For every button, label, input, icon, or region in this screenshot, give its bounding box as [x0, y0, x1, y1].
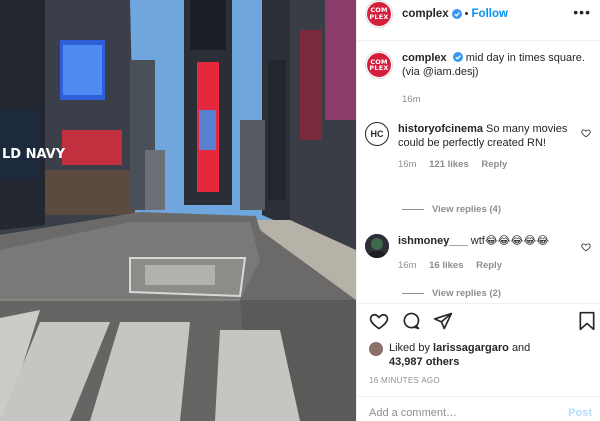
like-heart-icon[interactable] — [369, 311, 389, 331]
post-comment-button[interactable]: Post — [568, 407, 592, 419]
likes-prefix: Liked by — [389, 342, 430, 354]
header-divider — [357, 40, 600, 41]
header-separator: • — [464, 7, 469, 20]
caption-avatar[interactable]: COM PLEX — [365, 51, 393, 79]
commenter-avatar[interactable] — [365, 234, 389, 258]
comment-meta: 16m 121 likes Reply — [398, 158, 576, 172]
comment-likes[interactable]: 16 likes — [429, 260, 463, 271]
comment-item: HC historyofcinema So many movies could … — [365, 122, 595, 172]
comment-time: 16m — [398, 159, 417, 170]
post-caption: COM PLEX complex mid day in times square… — [365, 51, 595, 107]
commenter-avatar-text: HC — [370, 129, 384, 139]
caption-username[interactable]: complex — [402, 52, 447, 64]
post-actions — [369, 311, 595, 333]
author-avatar[interactable]: COM PLEX — [365, 0, 393, 28]
comment-box-divider — [357, 396, 600, 397]
comment-text: wtf😂😂😂😂😂 — [470, 235, 550, 247]
post-header: COM PLEX complex • Follow ••• — [357, 0, 600, 28]
commenter-photo — [365, 234, 389, 258]
post-timestamp: 16 MINUTES AGO — [369, 376, 440, 385]
comment-likes[interactable]: 121 likes — [429, 159, 469, 170]
likes-count[interactable]: 43,987 others — [389, 356, 459, 368]
commenter-username[interactable]: historyofcinema — [398, 123, 483, 135]
replies-line — [402, 209, 424, 210]
bookmark-icon[interactable] — [578, 311, 596, 331]
verified-badge-icon — [452, 52, 463, 62]
post-detail-panel: COM PLEX complex • Follow ••• COM PLEX c… — [356, 0, 600, 421]
liker-avatar[interactable] — [369, 342, 383, 356]
avatar-logo-text: COM PLEX — [369, 6, 389, 21]
view-replies-label: View replies (4) — [432, 204, 501, 215]
more-options-icon[interactable]: ••• — [573, 5, 591, 19]
view-replies-button[interactable]: View replies (4) — [402, 204, 501, 215]
view-replies-label: View replies (2) — [432, 288, 501, 299]
verified-badge-icon — [451, 8, 462, 19]
caption-avatar-text: COM PLEX — [369, 57, 389, 72]
liker-username[interactable]: larissagargaro — [433, 342, 509, 354]
commenter-username[interactable]: ishmoney___ — [398, 235, 468, 247]
likes-and: and — [511, 342, 531, 354]
billboard-text: LD NAVY — [2, 147, 66, 162]
reply-button[interactable]: Reply — [481, 159, 507, 170]
caption-time: 16m — [402, 94, 421, 105]
times-square-photo: LD NAVY — [0, 0, 356, 421]
comment-meta: 16m 16 likes Reply — [398, 259, 576, 273]
share-direct-icon[interactable] — [433, 311, 453, 331]
reply-button[interactable]: Reply — [476, 260, 502, 271]
likes-summary: Liked by larissagargaro and 43,987 other… — [369, 341, 530, 369]
replies-line — [402, 293, 424, 294]
author-username[interactable]: complex — [402, 8, 449, 20]
comment-like-heart-icon[interactable] — [581, 242, 591, 252]
actions-divider — [357, 303, 600, 304]
comment-time: 16m — [398, 260, 417, 271]
comment-item: ishmoney___ wtf😂😂😂😂😂 16m 16 likes Reply — [365, 234, 595, 273]
comment-like-heart-icon[interactable] — [581, 128, 591, 138]
comment-icon[interactable] — [401, 311, 421, 331]
add-comment-input[interactable]: Add a comment… — [369, 407, 457, 419]
post-photo[interactable]: LD NAVY — [0, 0, 356, 421]
follow-button[interactable]: Follow — [472, 8, 508, 20]
commenter-avatar[interactable]: HC — [365, 122, 389, 146]
view-replies-button[interactable]: View replies (2) — [402, 288, 501, 299]
